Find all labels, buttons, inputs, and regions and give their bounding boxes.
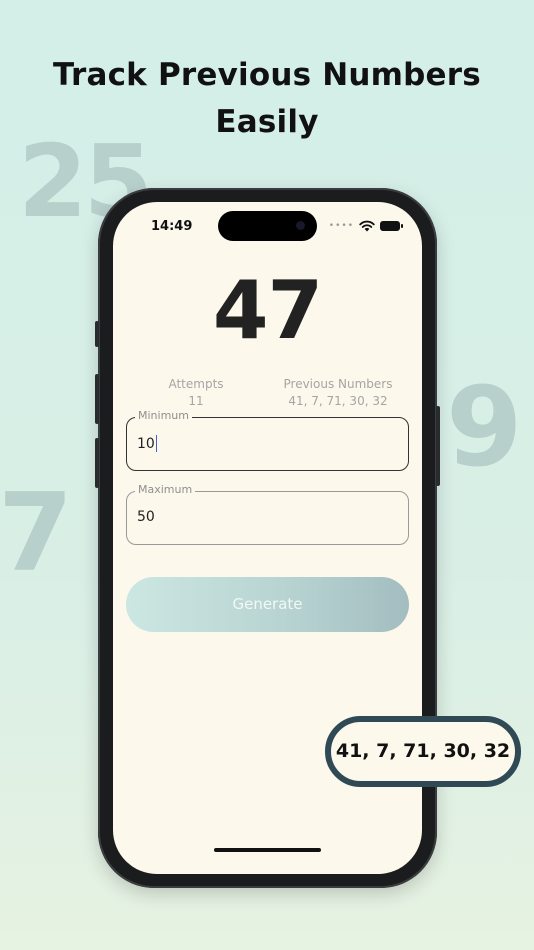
background-number-7: 7 (0, 471, 74, 596)
text-caret (155, 435, 158, 452)
status-icons: •••• (328, 220, 403, 232)
previous-numbers-value: 41, 7, 71, 30, 32 (288, 394, 388, 408)
power-button (436, 406, 440, 486)
previous-numbers-callout: 41, 7, 71, 30, 32 (325, 716, 521, 787)
background-number-9: 9 (446, 363, 523, 491)
generated-number: 47 (212, 264, 323, 357)
camera-icon (296, 221, 305, 230)
attempts-label: Attempts (168, 377, 224, 391)
minimum-field[interactable]: Minimum 10 (126, 409, 409, 471)
home-indicator[interactable] (214, 848, 321, 852)
maximum-field[interactable]: Maximum 50 (126, 483, 409, 545)
minimum-label: Minimum (135, 409, 192, 422)
volume-up-button (95, 374, 99, 424)
wifi-icon (359, 220, 375, 232)
headline-line-1: Track Previous Numbers (53, 57, 481, 93)
previous-numbers-label: Previous Numbers (283, 377, 393, 391)
maximum-label: Maximum (135, 483, 196, 496)
previous-numbers-stat: Previous Numbers 41, 7, 71, 30, 32 (273, 376, 403, 410)
attempts-value: 11 (188, 394, 204, 408)
generate-button[interactable]: Generate (126, 577, 409, 632)
minimum-value: 10 (137, 435, 155, 452)
attempts-stat: Attempts 11 (160, 376, 232, 410)
volume-down-button (95, 438, 99, 488)
dynamic-island (218, 211, 317, 241)
action-button (95, 321, 99, 347)
maximum-input[interactable]: 50 (137, 509, 155, 525)
signal-icon: •••• (328, 221, 354, 231)
status-time: 14:49 (151, 219, 193, 234)
maximum-value: 50 (137, 509, 155, 525)
battery-icon (380, 221, 403, 231)
minimum-input[interactable]: 10 (137, 435, 158, 452)
